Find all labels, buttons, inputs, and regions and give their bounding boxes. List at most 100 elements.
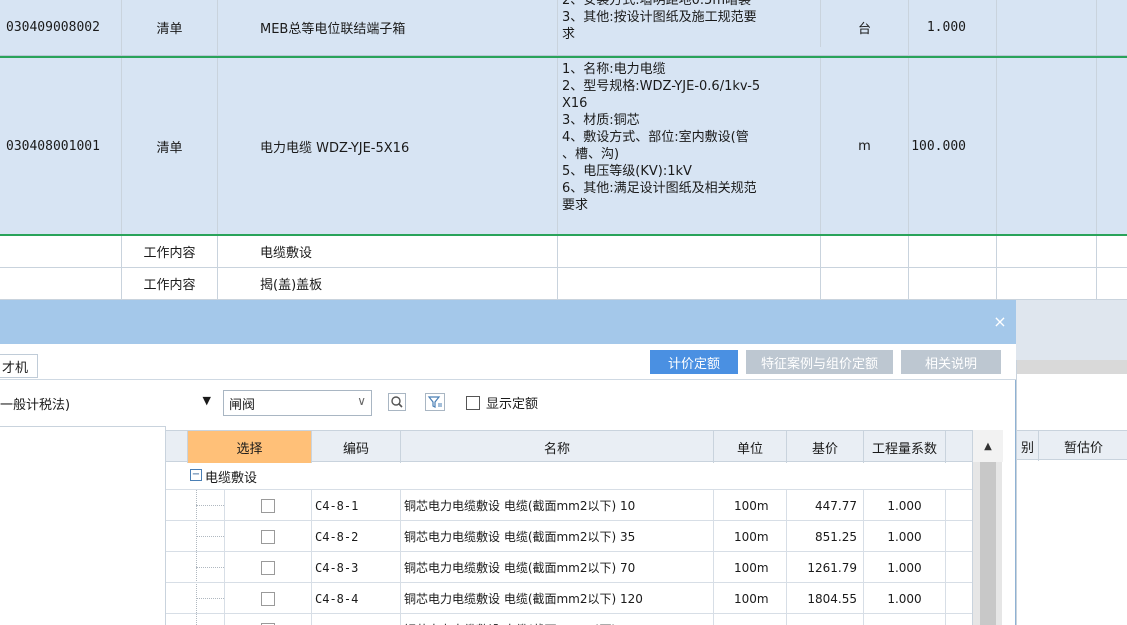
bill-unit: 台 (821, 0, 909, 55)
tree-group-row[interactable]: − 电缆敷设 (166, 462, 1002, 490)
quota-row[interactable]: C4-8-3 铜芯电力电缆敷设 电缆(截面mm2以下) 70 100m 1261… (166, 552, 1002, 583)
quota-row[interactable]: C4-8-2 铜芯电力电缆敷设 电缆(截面mm2以下) 35 100m 851.… (166, 521, 1002, 552)
search-combo[interactable]: 闸阀 ∨ (223, 390, 372, 416)
quota-code: C4-8-1 (312, 490, 401, 521)
filter-icon[interactable] (424, 391, 446, 413)
quota-unit: 100m (714, 521, 787, 552)
quota-name: 铜芯电力电缆敷设 电缆(截面mm2以下) 70 (401, 552, 714, 583)
dialog-toolbar: 一般计税法) ▼ 闸阀 ∨ 显示定额 (0, 380, 1016, 426)
select-checkbox[interactable] (261, 560, 275, 575)
horizontal-scrollbar[interactable] (1017, 360, 1127, 374)
work-content-type: 工作内容 (122, 236, 218, 267)
dialog-title-bar[interactable]: × (0, 300, 1016, 344)
quota-dialog: × 才机 计价定额 特征案例与组价定额 相关说明 一般计税法) ▼ 闸阀 ∨ 显… (0, 300, 1016, 625)
tree-connector (196, 567, 224, 568)
quota-grid-header: 选择 编码 名称 单位 基价 工程量系数 (166, 430, 1002, 463)
work-content-name: 揭(盖)盖板 (218, 268, 558, 299)
bill-cell-empty (997, 236, 1097, 267)
column-header-coefficient[interactable]: 工程量系数 (864, 431, 946, 463)
quota-coefficient: 1.000 (864, 552, 946, 583)
bill-unit: m (821, 58, 909, 234)
select-checkbox[interactable] (261, 591, 275, 606)
bill-cell-empty (997, 268, 1097, 299)
tax-method-select[interactable]: 一般计税法) ▼ (0, 390, 215, 416)
right-panel: 别 暂估价 (1016, 360, 1127, 625)
quota-row[interactable]: C4-8-1 铜芯电力电缆敷设 电缆(截面mm2以下) 10 100m 447.… (166, 490, 1002, 521)
select-cell (224, 614, 312, 625)
close-icon[interactable]: × (992, 314, 1008, 330)
column-header-estimated-price[interactable]: 暂估价 (1039, 431, 1127, 461)
collapse-icon[interactable]: − (190, 469, 202, 481)
bill-cell-empty (558, 268, 821, 299)
bill-cell-empty (0, 236, 122, 267)
search-value: 闸阀 (229, 397, 256, 413)
quota-coefficient: 1.000 (864, 614, 946, 625)
quota-name: 铜芯电力电缆敷设 电缆(截面mm2以下) 35 (401, 521, 714, 552)
group-label: 电缆敷设 (205, 471, 258, 486)
quota-coefficient: 1.000 (864, 490, 946, 521)
search-icon[interactable] (386, 391, 408, 413)
quota-price: 1261.79 (787, 552, 864, 583)
tree-connector (196, 536, 224, 537)
select-cell (224, 521, 312, 552)
bill-features: 2、安装方式:墙明距地0.5m暗装 3、其他:按设计图纸及施工规范要 求 (558, 0, 821, 47)
quota-price: 851.25 (787, 521, 864, 552)
bill-qty: 1.000 (909, 0, 997, 55)
bill-name: MEB总等电位联结端子箱 (218, 0, 558, 55)
quota-price: 2327.53 (787, 614, 864, 625)
quota-grid: 选择 编码 名称 单位 基价 工程量系数 − 电缆敷设 C4-8-1 铜芯电力电… (166, 430, 1003, 625)
quota-code: C4-8-5 (312, 614, 401, 625)
quota-price: 1804.55 (787, 583, 864, 614)
work-content-row[interactable]: 工作内容 电缆敷设 (0, 236, 1127, 268)
column-header-select[interactable]: 选择 (188, 431, 312, 463)
select-cell (224, 490, 312, 521)
bill-cell-empty (997, 0, 1097, 55)
quota-code: C4-8-2 (312, 521, 401, 552)
column-header-base-price[interactable]: 基价 (787, 431, 864, 463)
work-content-row[interactable]: 工作内容 揭(盖)盖板 (0, 268, 1127, 300)
bill-qty: 100.000 (909, 58, 997, 234)
bill-cell-empty (909, 268, 997, 299)
bill-type: 清单 (122, 0, 218, 55)
related-notes-button[interactable]: 相关说明 (901, 350, 1001, 374)
select-checkbox[interactable] (261, 529, 275, 544)
vertical-scrollbar[interactable]: ▲ (972, 430, 1003, 625)
bill-cell-empty (909, 236, 997, 267)
bill-row-selected[interactable]: 030408001001 清单 电力电缆 WDZ-YJE-5X16 1、名称:电… (0, 56, 1127, 236)
row-indicator-header (166, 431, 188, 463)
bill-row-background (1016, 300, 1127, 360)
bill-cell-empty (997, 58, 1097, 234)
quota-row[interactable]: C4-8-4 铜芯电力电缆敷设 电缆(截面mm2以下) 120 100m 180… (166, 583, 1002, 614)
bill-cell-empty (0, 268, 122, 299)
chevron-down-icon[interactable]: ∨ (357, 394, 366, 408)
scroll-up-icon[interactable]: ▲ (973, 430, 1003, 462)
show-quota-label: 显示定额 (486, 397, 539, 412)
select-cell (224, 552, 312, 583)
quota-row[interactable]: C4-8-5 铜芯电力电缆敷设 电缆(截面mm2以下) 185 100m 232… (166, 614, 1002, 625)
bill-cell-empty (821, 236, 909, 267)
bill-row[interactable]: 030409008002 清单 MEB总等电位联结端子箱 2、安装方式:墙明距地… (0, 0, 1127, 56)
tab-materials[interactable]: 才机 (0, 354, 38, 378)
quota-unit: 100m (714, 552, 787, 583)
quota-name: 铜芯电力电缆敷设 电缆(截面mm2以下) 185 (401, 614, 714, 625)
column-header-code[interactable]: 编码 (312, 431, 401, 463)
show-quota-checkbox[interactable] (466, 396, 480, 410)
column-header-name[interactable]: 名称 (401, 431, 714, 463)
dropdown-arrow-icon: ▼ (202, 394, 211, 407)
quota-unit: 100m (714, 614, 787, 625)
quota-code: C4-8-3 (312, 552, 401, 583)
bill-type: 清单 (122, 58, 218, 234)
feature-cases-button[interactable]: 特征案例与组价定额 (746, 350, 893, 374)
column-header[interactable]: 别 (1017, 431, 1039, 461)
quota-unit: 100m (714, 583, 787, 614)
quota-coefficient: 1.000 (864, 521, 946, 552)
bill-features: 1、名称:电力电缆 2、型号规格:WDZ-YJE-0.6/1kv-5 X16 3… (558, 58, 821, 234)
bill-code: 030408001001 (0, 58, 122, 234)
category-tree-panel[interactable] (0, 426, 166, 625)
quota-price: 447.77 (787, 490, 864, 521)
column-header-unit[interactable]: 单位 (714, 431, 787, 463)
tax-method-value: 一般计税法) (0, 397, 71, 413)
quota-pricing-button[interactable]: 计价定额 (650, 350, 738, 374)
scrollbar-thumb[interactable] (980, 462, 996, 625)
select-checkbox[interactable] (261, 498, 275, 513)
